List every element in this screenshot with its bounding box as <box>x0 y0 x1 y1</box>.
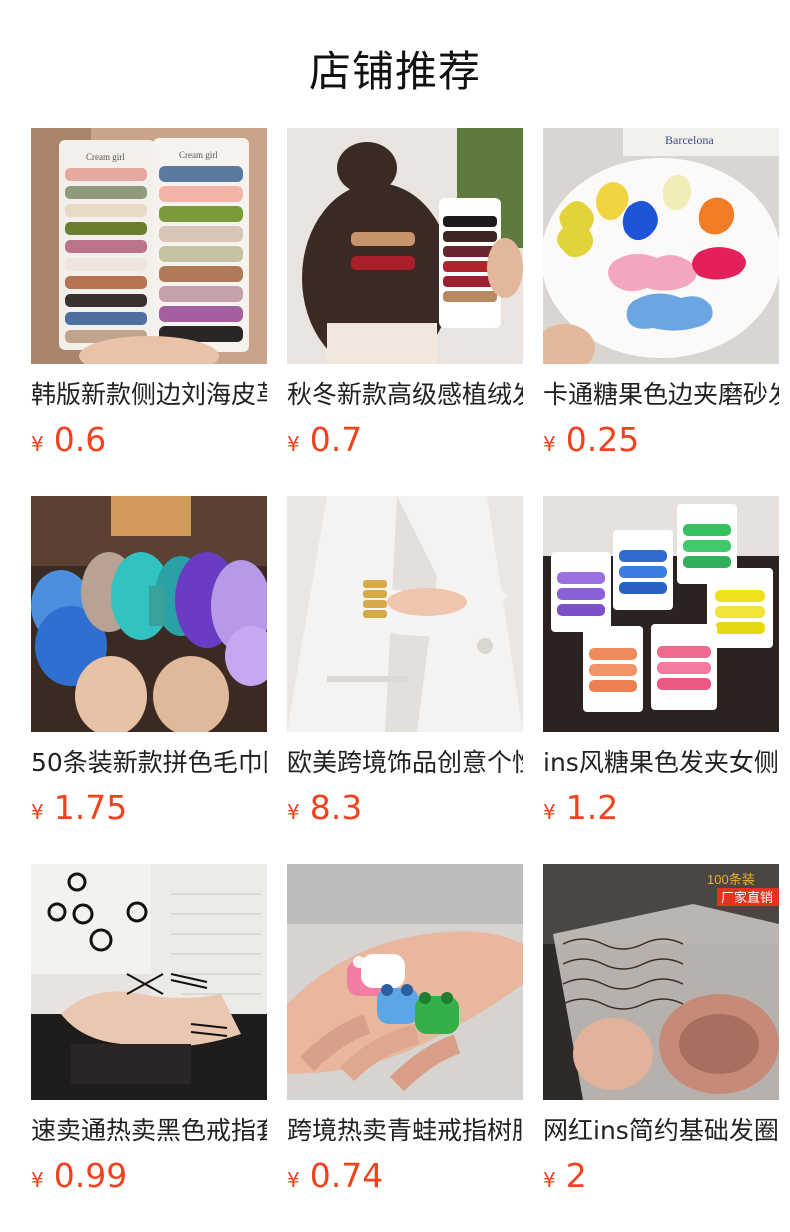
product-card[interactable]: 速卖通热卖黑色戒指套装 ¥0.99 <box>31 864 267 1232</box>
price-value: 0.6 <box>53 420 107 459</box>
product-image[interactable]: 100条装 厂家直销 <box>543 864 779 1100</box>
currency-symbol: ¥ <box>31 1168 44 1192</box>
product-card[interactable]: 100条装 厂家直销 网红ins简约基础发圈 ¥2 <box>543 864 779 1232</box>
product-grid: Cream girl Cream girl 韩版新款侧边刘海皮 ¥ 0.6 秋冬… <box>31 128 779 1232</box>
product-name[interactable]: 50条装新款拼色毛巾圈发绳 <box>31 746 267 780</box>
price-value: 0.99 <box>53 1156 128 1195</box>
price-value: 1.2 <box>565 788 619 827</box>
product-image[interactable]: Barcelona <box>543 128 779 364</box>
product-image[interactable] <box>287 128 523 364</box>
product-image[interactable] <box>543 496 779 732</box>
price-value: 0.74 <box>309 1156 384 1195</box>
product-image[interactable] <box>31 496 267 732</box>
price-value: 2 <box>565 1156 587 1195</box>
price-value: 0.7 <box>309 420 363 459</box>
currency-symbol: ¥ <box>287 800 300 824</box>
product-price: ¥0.74 <box>287 1156 523 1202</box>
product-image[interactable] <box>287 864 523 1100</box>
currency-symbol: ¥ <box>31 800 44 824</box>
price-value: 1.75 <box>53 788 128 827</box>
product-card[interactable]: 欧美跨境饰品创意个性手镯 ¥8.3 <box>287 496 523 864</box>
product-card[interactable]: 50条装新款拼色毛巾圈发绳 ¥1.75 <box>31 496 267 864</box>
product-price: ¥8.3 <box>287 788 523 834</box>
product-image[interactable] <box>287 496 523 732</box>
product-price: ¥2 <box>543 1156 779 1202</box>
product-name[interactable]: 秋冬新款高级感植绒发夹 <box>287 378 523 412</box>
currency-symbol: ¥ <box>543 432 556 456</box>
badge-text-1: 100条装 <box>707 872 755 887</box>
currency-symbol: ¥ <box>31 432 44 456</box>
currency-symbol: ¥ <box>543 800 556 824</box>
product-name[interactable]: 卡通糖果色边夹磨砂发夹 <box>543 378 779 412</box>
currency-symbol: ¥ <box>287 432 300 456</box>
product-name[interactable]: ins风糖果色发夹女侧边夹 <box>543 746 779 780</box>
product-price: ¥0.25 <box>543 420 779 466</box>
product-name[interactable]: 速卖通热卖黑色戒指套装 <box>31 1114 267 1148</box>
product-price: ¥0.6 <box>31 420 267 466</box>
product-price: ¥1.2 <box>543 788 779 834</box>
product-card[interactable]: Barcelona 卡通糖果色边夹磨砂发夹 ¥0.25 <box>543 128 779 496</box>
product-image[interactable]: Cream girl Cream girl <box>31 128 267 364</box>
price-value: 8.3 <box>309 788 363 827</box>
price-value: 0.25 <box>565 420 640 459</box>
svg-text:Cream girl: Cream girl <box>86 152 125 162</box>
badge-text-2: 厂家直销 <box>721 890 773 905</box>
product-name[interactable]: 韩版新款侧边刘海皮革发夹 <box>31 378 267 412</box>
product-price: ¥0.7 <box>287 420 523 466</box>
product-name[interactable]: 网红ins简约基础发圈 <box>543 1114 779 1148</box>
currency-symbol: ¥ <box>287 1168 300 1192</box>
product-card[interactable]: 跨境热卖青蛙戒指树脂 ¥0.74 <box>287 864 523 1232</box>
product-name[interactable]: 跨境热卖青蛙戒指树脂 <box>287 1114 523 1148</box>
product-name[interactable]: 欧美跨境饰品创意个性手镯 <box>287 746 523 780</box>
product-price: ¥1.75 <box>31 788 267 834</box>
product-price: ¥0.99 <box>31 1156 267 1202</box>
product-card[interactable]: 秋冬新款高级感植绒发夹 ¥0.7 <box>287 128 523 496</box>
product-image[interactable] <box>31 864 267 1100</box>
product-card[interactable]: Cream girl Cream girl 韩版新款侧边刘海皮 ¥ 0.6 <box>31 128 267 496</box>
currency-symbol: ¥ <box>543 1168 556 1192</box>
brand-text: Barcelona <box>665 133 714 147</box>
product-card[interactable]: ins风糖果色发夹女侧边夹 ¥1.2 <box>543 496 779 864</box>
svg-text:Cream girl: Cream girl <box>179 150 218 160</box>
page-title: 店铺推荐 <box>308 47 481 96</box>
